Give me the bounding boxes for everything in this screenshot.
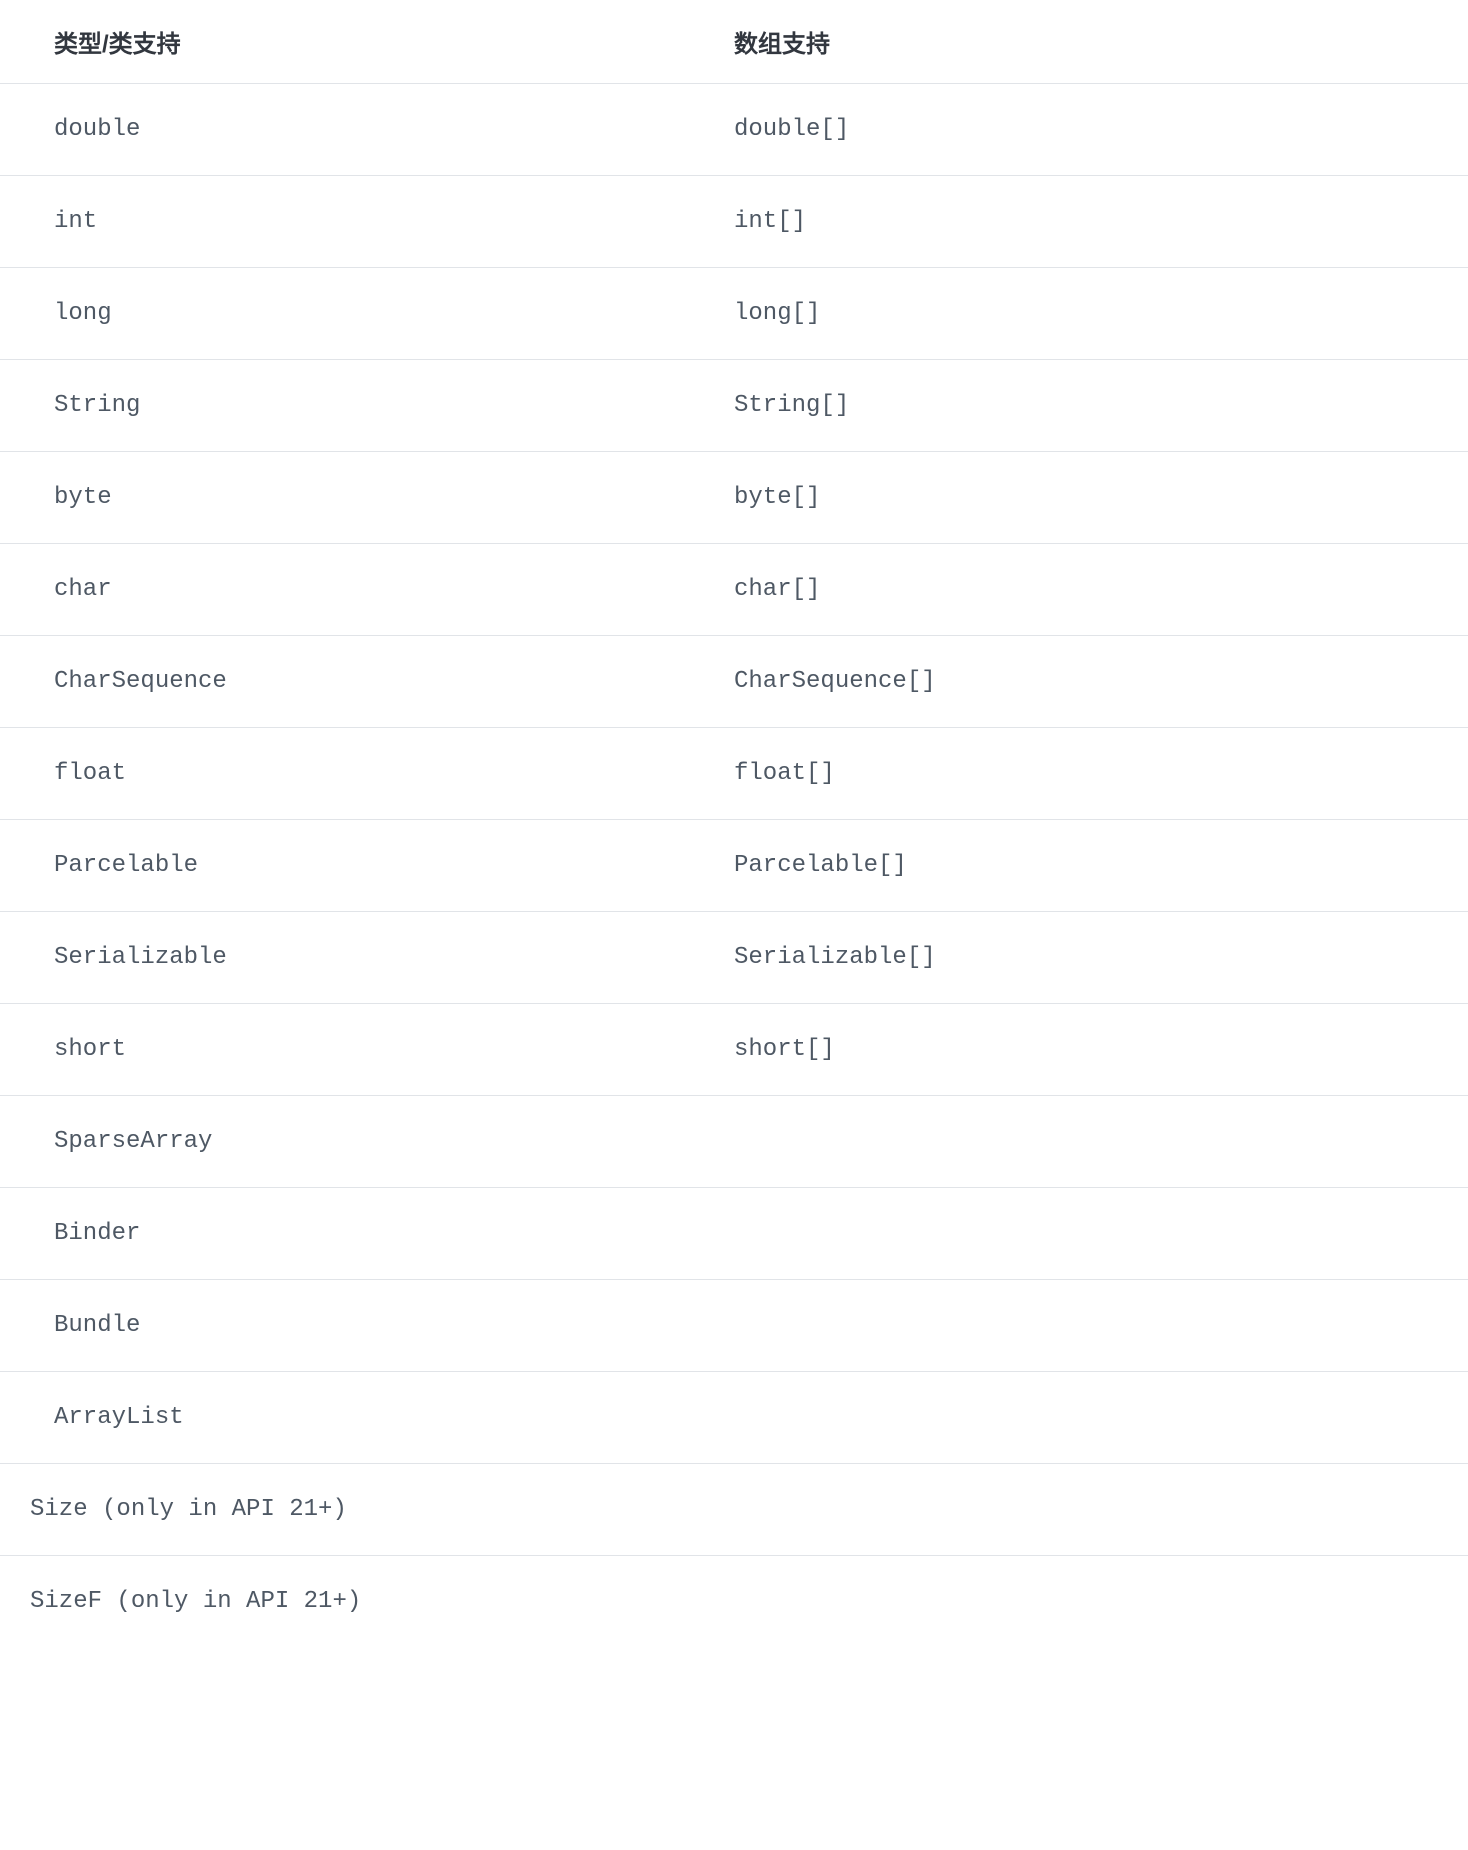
table-row: long long[] xyxy=(0,268,1468,360)
table-row: Size (only in API 21+) xyxy=(0,1464,1468,1556)
type-value: Size (only in API 21+) xyxy=(30,1496,347,1523)
cell-type: Size (only in API 21+) xyxy=(0,1464,1468,1556)
cell-type: Parcelable xyxy=(0,820,734,912)
table-row: float float[] xyxy=(0,728,1468,820)
cell-array: Parcelable[] xyxy=(734,820,1468,912)
cell-array: String[] xyxy=(734,360,1468,452)
cell-type: char xyxy=(0,544,734,636)
cell-type: float xyxy=(0,728,734,820)
table-row: ArrayList xyxy=(0,1372,1468,1464)
cell-type: SizeF (only in API 21+) xyxy=(0,1556,1468,1648)
table-row: String String[] xyxy=(0,360,1468,452)
cell-type: String xyxy=(0,360,734,452)
array-value: int[] xyxy=(734,208,806,235)
type-value: char xyxy=(54,576,112,603)
array-value: Serializable[] xyxy=(734,944,936,971)
table-row: byte byte[] xyxy=(0,452,1468,544)
array-value: Parcelable[] xyxy=(734,852,907,879)
types-table: 类型/类支持 数组支持 doubledouble[]intint[]longlo… xyxy=(0,0,1468,1647)
cell-type: ArrayList xyxy=(0,1372,734,1464)
type-value: SparseArray xyxy=(54,1128,212,1155)
type-value: Serializable xyxy=(54,944,227,971)
cell-array: short[] xyxy=(734,1004,1468,1096)
cell-type: long xyxy=(0,268,734,360)
type-value: Parcelable xyxy=(54,852,198,879)
cell-array: int[] xyxy=(734,176,1468,268)
cell-type: CharSequence xyxy=(0,636,734,728)
cell-array xyxy=(734,1372,1468,1464)
array-value: short[] xyxy=(734,1036,835,1063)
cell-array: double[] xyxy=(734,84,1468,176)
cell-type: short xyxy=(0,1004,734,1096)
table-row: int int[] xyxy=(0,176,1468,268)
table-row: short short[] xyxy=(0,1004,1468,1096)
table-row: Binder xyxy=(0,1188,1468,1280)
cell-array xyxy=(734,1096,1468,1188)
array-value: float[] xyxy=(734,760,835,787)
table-row: char char[] xyxy=(0,544,1468,636)
table-row: CharSequence CharSequence[] xyxy=(0,636,1468,728)
array-value: double[] xyxy=(734,116,849,143)
cell-array: char[] xyxy=(734,544,1468,636)
cell-type: Serializable xyxy=(0,912,734,1004)
table-header-row: 类型/类支持 数组支持 xyxy=(0,0,1468,84)
type-value: SizeF (only in API 21+) xyxy=(30,1588,361,1615)
cell-type: byte xyxy=(0,452,734,544)
array-value: char[] xyxy=(734,576,820,603)
table-row: SizeF (only in API 21+) xyxy=(0,1556,1468,1648)
cell-array: long[] xyxy=(734,268,1468,360)
cell-array: Serializable[] xyxy=(734,912,1468,1004)
cell-type: double xyxy=(0,84,734,176)
type-value: Binder xyxy=(54,1220,140,1247)
cell-array xyxy=(734,1280,1468,1372)
array-value: CharSequence[] xyxy=(734,668,936,695)
table-row: Serializable Serializable[] xyxy=(0,912,1468,1004)
type-value: ArrayList xyxy=(54,1404,184,1431)
cell-type: Binder xyxy=(0,1188,734,1280)
cell-type: int xyxy=(0,176,734,268)
cell-array: float[] xyxy=(734,728,1468,820)
table-row: double double[] xyxy=(0,84,1468,176)
cell-type: SparseArray xyxy=(0,1096,734,1188)
type-value: CharSequence xyxy=(54,668,227,695)
type-value: short xyxy=(54,1036,126,1063)
array-value: String[] xyxy=(734,392,849,419)
header-type: 类型/类支持 xyxy=(0,0,734,84)
header-array: 数组支持 xyxy=(734,0,1468,84)
table-row: SparseArray xyxy=(0,1096,1468,1188)
cell-array: CharSequence[] xyxy=(734,636,1468,728)
type-value: float xyxy=(54,760,126,787)
cell-array: byte[] xyxy=(734,452,1468,544)
cell-type: Bundle xyxy=(0,1280,734,1372)
array-value: byte[] xyxy=(734,484,820,511)
type-value: byte xyxy=(54,484,112,511)
table-row: Bundle xyxy=(0,1280,1468,1372)
type-value: long xyxy=(54,300,112,327)
array-value: long[] xyxy=(734,300,820,327)
table-row: Parcelable Parcelable[] xyxy=(0,820,1468,912)
type-value: int xyxy=(54,208,97,235)
type-value: String xyxy=(54,392,140,419)
type-value: double xyxy=(54,116,140,143)
cell-array xyxy=(734,1188,1468,1280)
type-value: Bundle xyxy=(54,1312,140,1339)
